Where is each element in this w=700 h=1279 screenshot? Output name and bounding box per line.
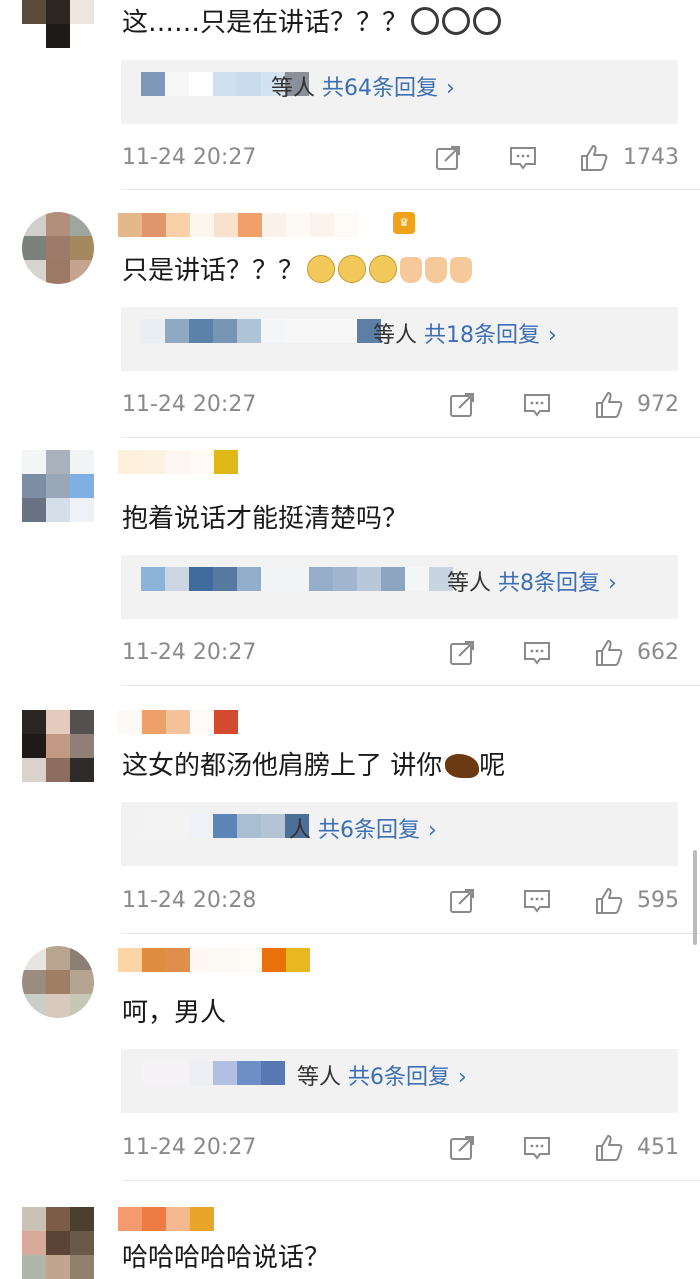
comment-icon[interactable] [522,390,552,420]
share-icon[interactable] [447,1133,477,1163]
comment-meta: 11-24 20:27 972 [122,388,682,422]
share-icon[interactable] [447,886,477,916]
chevron-right-icon: › [548,323,557,348]
share-icon[interactable] [447,390,477,420]
reply-summary-text[interactable]: 等人 共18条回复 › [373,321,557,351]
replier-names-blurred [141,1061,285,1085]
timestamp: 11-24 20:27 [122,640,257,665]
reply-summary-text[interactable]: 等人 共8条回复 › [447,569,617,599]
horse-emoji-icon [445,754,480,778]
replier-names-blurred [141,567,453,591]
timestamp: 11-24 20:27 [122,145,257,170]
thumbs-up-icon[interactable] [594,390,624,420]
like-count: 451 [637,1135,679,1160]
reply-summary-box[interactable]: 等人 共6条回复 › [121,1049,678,1113]
reply-summary-text[interactable]: 等人 共64条回复 › [271,74,455,104]
like-count: 972 [637,392,679,417]
reply-summary-box[interactable]: 等人 共18条回复 › [121,307,678,371]
chevron-right-icon: › [608,571,617,596]
comment-icon[interactable] [522,638,552,668]
divider [122,437,700,438]
replier-names-blurred [141,319,381,343]
divider [122,933,700,934]
comment-text: 这女的都汤他肩膀上了 讲你呢 [122,751,506,781]
thumbs-up-icon[interactable] [594,1133,624,1163]
timestamp: 11-24 20:27 [122,392,257,417]
avatar[interactable] [22,212,94,284]
comment-meta: 11-24 20:28 595 [122,884,682,918]
scrollbar[interactable] [693,850,697,945]
replier-names-blurred [141,814,309,838]
comment-text: 呵，男人 [122,998,227,1028]
chevron-right-icon: › [428,818,437,843]
comment-meta: 11-24 20:27 451 [122,1131,682,1165]
username-blurred[interactable] [118,948,310,972]
timestamp: 11-24 20:27 [122,1135,257,1160]
thumbs-up-icon[interactable] [594,638,624,668]
comment-icon[interactable] [508,143,538,173]
timestamp: 11-24 20:28 [122,888,257,913]
comment-text: 这……只是在讲话？？？ [122,6,502,40]
reply-summary-text[interactable]: 人 共6条回复 › [289,816,437,846]
reply-summary-box[interactable]: 等人 共64条回复 › [121,60,678,124]
reply-summary-box[interactable]: 人 共6条回复 › [121,802,678,866]
thumbs-up-emoji-icon [400,257,423,283]
doge-emoji-icon [307,255,336,283]
avatar[interactable] [22,710,94,782]
thumbs-up-emoji-icon [450,257,473,283]
avatar[interactable] [22,0,94,48]
thumbs-up-icon[interactable] [579,143,609,173]
member-badge-icon: ♛ [393,212,415,234]
divider [122,685,700,686]
divider [122,1180,700,1181]
username-blurred[interactable] [118,710,238,734]
like-count: 595 [637,888,679,913]
comment-icon[interactable] [522,1133,552,1163]
reply-summary-box[interactable]: 等人 共8条回复 › [121,555,678,619]
comment-text: 哈哈哈哈哈说话？ [122,1243,331,1273]
comment-text: 抱着说话才能挺清楚吗？ [122,504,409,534]
comment-meta: 11-24 20:27 1743 [122,141,682,175]
like-count: 1743 [623,145,679,170]
reply-summary-text[interactable]: 等人 共6条回复 › [297,1063,467,1093]
chevron-right-icon: › [446,76,455,101]
comment-meta: 11-24 20:27 662 [122,636,682,670]
share-icon[interactable] [447,638,477,668]
doge-emoji-icon [369,255,398,283]
thumbs-up-icon[interactable] [594,886,624,916]
avatar[interactable] [22,450,94,522]
like-count: 662 [637,640,679,665]
comment-icon[interactable] [522,886,552,916]
username-blurred[interactable] [118,213,358,237]
panda-emoji-icon [442,7,471,35]
username-blurred[interactable] [118,450,238,474]
comment-text: 只是讲话？？？ [122,254,473,288]
thumbs-up-emoji-icon [425,257,448,283]
doge-emoji-icon [338,255,367,283]
panda-emoji-icon [411,7,440,35]
avatar[interactable] [22,1207,94,1279]
username-blurred[interactable] [118,1207,214,1231]
divider [122,189,700,190]
share-icon[interactable] [433,143,463,173]
panda-emoji-icon [473,7,502,35]
chevron-right-icon: › [458,1065,467,1090]
avatar[interactable] [22,946,94,1018]
